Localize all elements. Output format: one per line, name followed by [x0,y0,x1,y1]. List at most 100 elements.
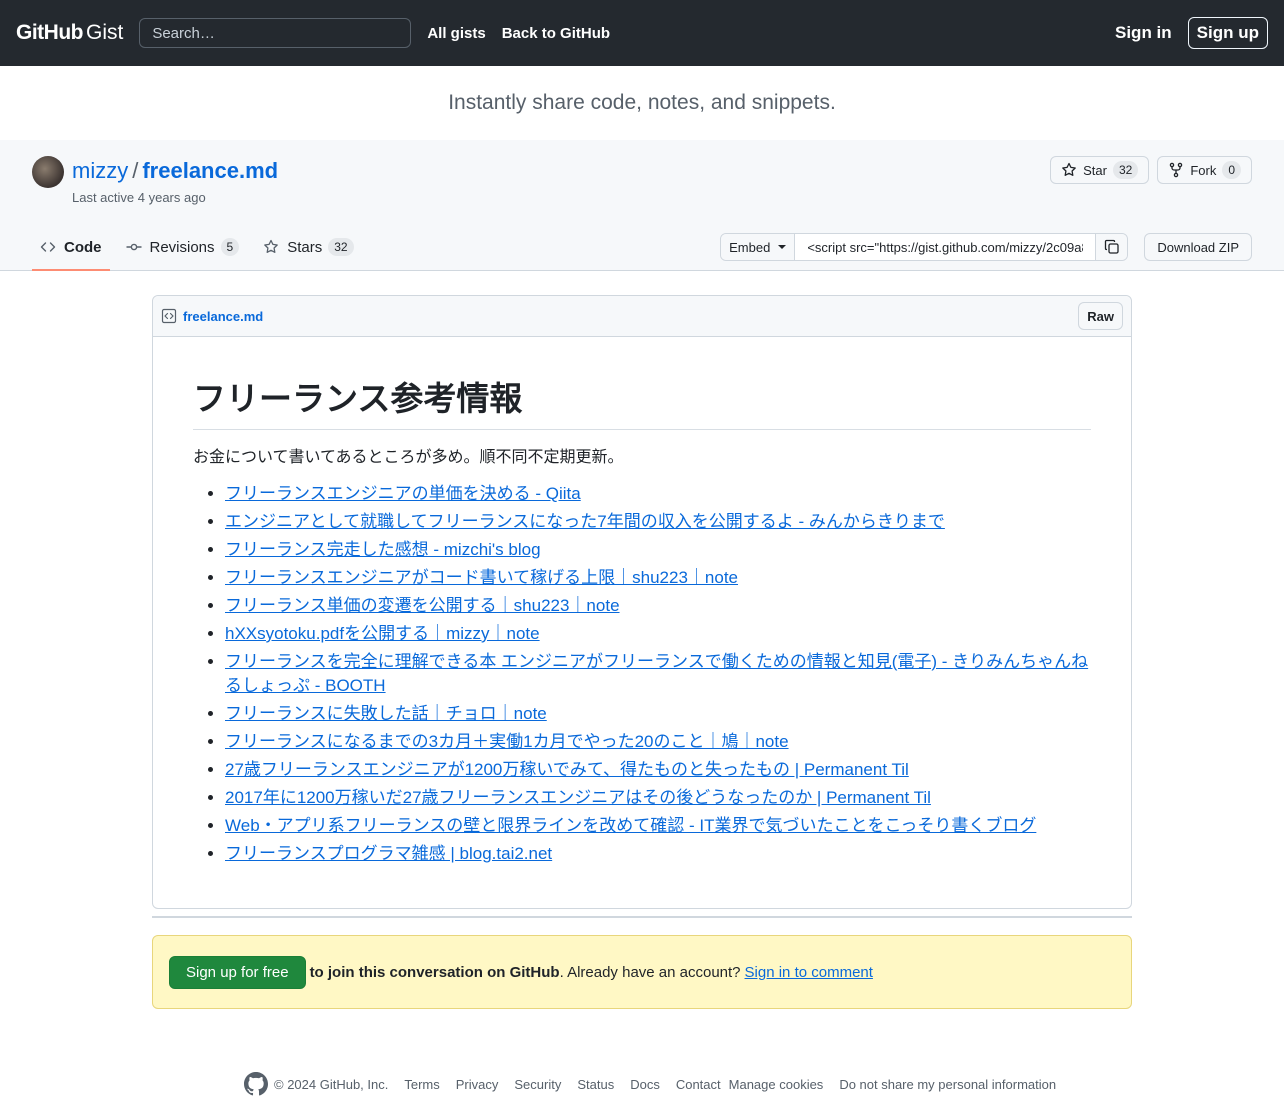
footer-link-status[interactable]: Status [577,1077,614,1092]
raw-button[interactable]: Raw [1078,302,1123,330]
back-to-github-link[interactable]: Back to GitHub [502,25,610,42]
markdown-heading: フリーランス参考情報 [193,377,1091,430]
file-code-icon [161,308,177,324]
fork-label: Fork [1190,162,1217,178]
footer-link-do-not-share[interactable]: Do not share my personal information [839,1077,1056,1092]
revisions-count: 5 [220,238,240,256]
join-conversation-banner: Sign up for free to join this conversati… [152,935,1132,1009]
embed-select-label: Embed [729,239,771,255]
file-content: フリーランス参考情報 お金について書いてあるところが多め。順不同不定期更新。 フ… [153,337,1131,908]
footer-link-privacy[interactable]: Privacy [456,1077,499,1092]
footer: © 2024 GitHub, Inc. Terms Privacy Securi… [244,1072,1072,1096]
chevron-down-icon [778,245,787,253]
list-item: フリーランスに失敗した話｜チョロ｜note [225,702,1091,726]
gist-tabs: Code Revisions 5 Stars 32 [32,225,370,271]
github-mark-icon [244,1072,268,1096]
list-item: エンジニアとして就職してフリーランスになった7年間の収入を公開するよ - みんか… [225,510,1091,534]
auth-links: Sign in Sign up [1115,17,1268,49]
list-link[interactable]: フリーランス完走した感想 - mizchi's blog [225,540,541,559]
file-name-link[interactable]: freelance.md [183,309,263,324]
list-link[interactable]: Web・アプリ系フリーランスの壁と限界ラインを改めて確認 - IT業界で気づいた… [225,816,1036,835]
github-gist-logo[interactable]: GitHub Gist [16,21,123,45]
join-text: . Already have an account? [559,963,741,981]
file-header: freelance.md Raw [153,296,1131,337]
list-link[interactable]: エンジニアとして就職してフリーランスになった7年間の収入を公開するよ - みんか… [225,512,945,531]
list-item: 2017年に1200万稼いだ27歳フリーランスエンジニアはその後どうなったのか … [225,786,1091,810]
gist-actions: Star 32 Fork 0 [1042,156,1252,184]
list-item: 27歳フリーランスエンジニアが1200万稼いでみて、得たものと失ったもの | P… [225,758,1091,782]
list-item: フリーランスエンジニアの単価を決める - Qiita [225,482,1091,506]
logo-gist-text: Gist [85,21,124,44]
sign-up-button[interactable]: Sign up [1187,17,1268,49]
star-icon [264,239,279,253]
gist-header: mizzy / freelance.md Last active 4 years a… [0,140,1284,271]
tab-revisions[interactable]: Revisions 5 [118,225,248,271]
list-item: フリーランスを完全に理解できる本 エンジニアがフリーランスで働くための情報と知見… [225,650,1091,698]
copy-icon [1104,239,1119,254]
list-link[interactable]: フリーランスエンジニアがコード書いて稼げる上限｜shu223｜note [225,568,738,587]
star-icon [1062,162,1076,176]
list-item: フリーランス完走した感想 - mizchi's blog [225,538,1091,562]
last-active-text: Last active 4 years ago [72,190,206,205]
fork-count: 0 [1222,161,1241,179]
copy-button[interactable] [1095,234,1128,260]
commit-icon [126,243,141,251]
download-zip-button[interactable]: Download ZIP [1144,233,1252,261]
logo-github-text: GitHub [16,21,83,44]
footer-link-terms[interactable]: Terms [404,1077,439,1092]
list-item: フリーランス単価の変遷を公開する｜shu223｜note [225,594,1091,618]
tab-code-label: Code [64,238,102,256]
embed-select[interactable]: Embed [721,234,796,260]
markdown-intro: お金について書いてあるところが多め。順不同不定期更新。 [193,449,624,466]
gist-filename-link[interactable]: freelance.md [142,158,278,183]
footer-link-docs[interactable]: Docs [630,1077,660,1092]
tab-stars[interactable]: Stars 32 [255,225,361,271]
join-text-bold: to join this conversation on GitHub [309,963,560,981]
list-item: hXXsyotoku.pdfを公開する｜mizzy｜note [225,622,1091,646]
list-link[interactable]: フリーランスエンジニアの単価を決める - Qiita [225,484,581,503]
list-item: フリーランスエンジニアがコード書いて稼げる上限｜shu223｜note [225,566,1091,590]
tab-code[interactable]: Code [32,225,110,271]
embed-url-input[interactable] [795,234,1096,260]
list-link[interactable]: 27歳フリーランスエンジニアが1200万稼いでみて、得たものと失ったもの | P… [225,760,909,779]
search-input[interactable] [139,18,412,48]
section-divider [152,916,1132,918]
sign-in-to-comment-link[interactable]: Sign in to comment [745,964,873,981]
sign-up-for-free-button[interactable]: Sign up for free [169,955,306,989]
tagline: Instantly share code, notes, and snippet… [448,91,836,114]
code-icon [40,242,56,252]
owner-link[interactable]: mizzy [72,158,128,183]
list-item: フリーランスプログラマ雑感 | blog.tai2.net [225,842,1091,866]
file-box: freelance.md Raw フリーランス参考情報 お金について書いてあると… [152,295,1132,909]
list-link[interactable]: hXXsyotoku.pdfを公開する｜mizzy｜note [225,624,540,643]
footer-link-security[interactable]: Security [514,1077,561,1092]
top-nav: All gists Back to GitHub [427,25,626,42]
embed-row: Embed Download ZIP [720,233,1252,261]
tab-stars-label: Stars [287,238,323,256]
list-item: Web・アプリ系フリーランスの壁と限界ラインを改めて確認 - IT業界で気づいた… [225,814,1091,838]
list-link[interactable]: フリーランスに失敗した話｜チョロ｜note [225,704,547,723]
sign-in-link[interactable]: Sign in [1115,23,1172,43]
avatar[interactable] [32,156,64,188]
footer-copyright: © 2024 GitHub, Inc. [274,1076,389,1092]
list-link[interactable]: フリーランスを完全に理解できる本 エンジニアがフリーランスで働くための情報と知見… [225,652,1088,695]
list-link[interactable]: フリーランスになるまでの3カ月＋実働1カ月でやった20のこと｜鳩｜note [225,732,789,751]
star-button[interactable]: Star 32 [1050,156,1150,184]
footer-link-manage-cookies[interactable]: Manage cookies [729,1077,824,1092]
footer-link-contact[interactable]: Contact [676,1077,721,1092]
fork-button[interactable]: Fork 0 [1157,156,1252,184]
title-separator: / [132,158,139,183]
embed-group: Embed [720,233,1129,261]
gist-title-row: mizzy / freelance.md Last active 4 years a… [32,156,278,205]
list-link[interactable]: 2017年に1200万稼いだ27歳フリーランスエンジニアはその後どうなったのか … [225,788,931,807]
top-bar: GitHub Gist All gists Back to GitHub Sig… [0,0,1284,66]
list-link[interactable]: フリーランス単価の変遷を公開する｜shu223｜note [225,596,620,615]
tab-revisions-label: Revisions [149,238,215,256]
gist-title: mizzy / freelance.md [72,156,278,186]
star-count: 32 [1112,161,1139,179]
stars-count: 32 [328,238,354,256]
all-gists-link[interactable]: All gists [427,25,485,42]
list-item: フリーランスになるまでの3カ月＋実働1カ月でやった20のこと｜鳩｜note [225,730,1091,754]
fork-icon [1170,162,1183,178]
list-link[interactable]: フリーランスプログラマ雑感 | blog.tai2.net [225,844,552,863]
